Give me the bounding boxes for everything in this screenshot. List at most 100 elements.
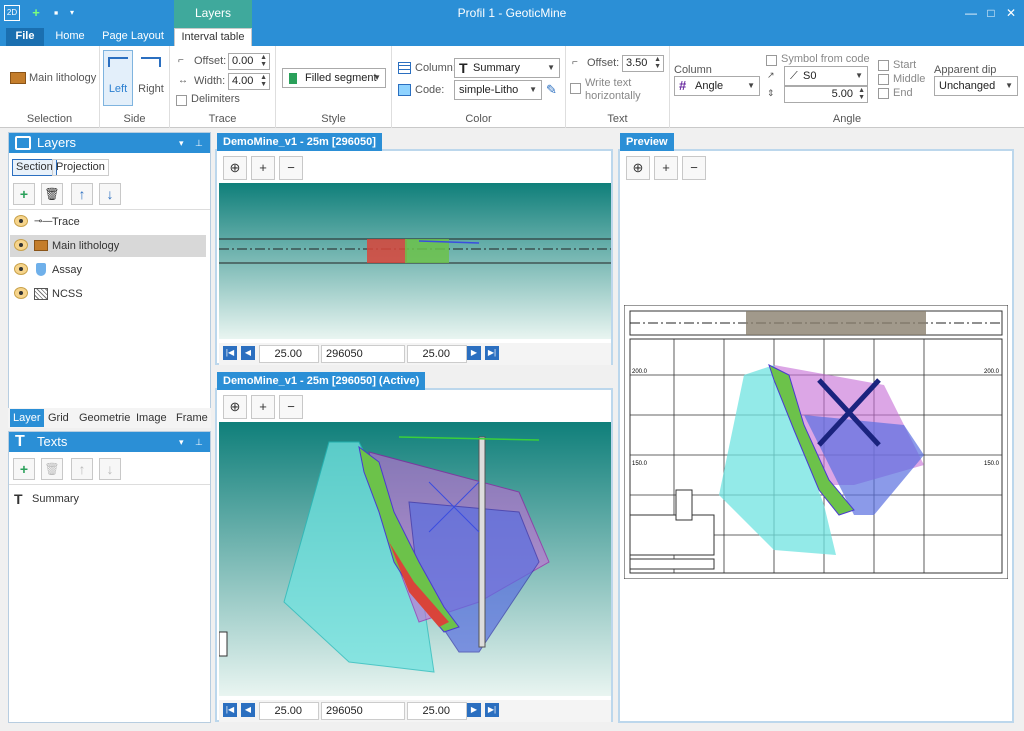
zoom-in-button[interactable]: + — [251, 156, 275, 180]
texts-panel-header: T Texts ▾ ⊥ — [9, 432, 210, 452]
apparent-dip-select[interactable]: Unchanged ▼ — [934, 76, 1018, 96]
visibility-eye-icon[interactable] — [14, 215, 28, 227]
delete-text-button[interactable]: 🗑 — [41, 458, 63, 480]
text-item-summary[interactable]: T Summary — [10, 488, 206, 510]
delete-layer-button[interactable]: 🗑 — [41, 183, 63, 205]
next-button[interactable]: ▶ — [467, 703, 481, 717]
layers-panel-header: Layers ▾ ⊥ — [9, 133, 210, 153]
text-move-up-button[interactable]: ↑ — [71, 458, 93, 480]
side-left-button[interactable]: Left — [103, 50, 133, 106]
trace-offset-input[interactable]: 0.00 ▲ ▼ — [228, 53, 270, 70]
maximize-button[interactable]: □ — [982, 5, 1000, 21]
zoom-extent-button[interactable]: ⊕ — [626, 156, 650, 180]
zoom-in-button[interactable]: + — [654, 156, 678, 180]
zoom-out-button[interactable]: − — [682, 156, 706, 180]
tab-page-layout[interactable]: Page Layout — [98, 28, 168, 46]
group-label: Side — [123, 113, 146, 125]
layer-item-trace[interactable]: ⊸— Trace — [10, 211, 206, 233]
zoom-extent-button[interactable]: ⊕ — [223, 156, 247, 180]
text-offset-input[interactable]: 3.50 ▲ ▼ — [622, 55, 664, 72]
color-code-select[interactable]: simple-Litho ▼ — [454, 80, 542, 100]
color-column-select[interactable]: T Summary ▼ — [454, 58, 560, 78]
new-icon[interactable]: + — [28, 5, 44, 21]
save-icon[interactable]: ▪ — [48, 5, 64, 21]
prev-button[interactable]: ◀ — [241, 703, 255, 717]
nav-section-select[interactable]: 296050 — [321, 345, 405, 363]
last-button[interactable]: ▶| — [485, 703, 499, 717]
quick-access-dropdown-icon[interactable]: ▾ — [64, 5, 80, 21]
size-icon: ⇕ — [767, 88, 775, 98]
tab-geometrie[interactable]: Geometrie — [79, 409, 130, 427]
zoom-extent-button[interactable]: ⊕ — [223, 395, 247, 419]
tab-frame[interactable]: Frame — [176, 409, 208, 427]
print-preview-page[interactable]: 200.0 150.0 200.0 150.0 — [624, 305, 1008, 579]
angle-column-select[interactable]: # Angle ▼ — [674, 76, 760, 96]
selection-item[interactable]: Main lithology — [29, 72, 96, 84]
delimiters-checkbox[interactable] — [176, 95, 187, 106]
middle-checkbox[interactable] — [878, 74, 889, 85]
panel-menu-icon[interactable]: ▾ — [179, 133, 184, 153]
side-right-button[interactable]: Right — [136, 50, 166, 106]
write-text-label: Write text — [585, 77, 632, 89]
nav-left-offset[interactable]: 25.00 — [259, 702, 319, 720]
pin-icon[interactable]: ⊥ — [195, 133, 203, 153]
zoom-in-button[interactable]: + — [251, 395, 275, 419]
section-canvas-bottom[interactable] — [219, 422, 611, 696]
pin-icon[interactable]: ⊥ — [195, 432, 203, 452]
tab-layer[interactable]: Layer — [10, 409, 44, 427]
text-move-down-button[interactable]: ↓ — [99, 458, 121, 480]
symbol-size-input[interactable]: 5.00 ▲ ▼ — [784, 86, 868, 103]
zoom-out-button[interactable]: − — [279, 156, 303, 180]
move-down-button[interactable]: ↓ — [99, 183, 121, 205]
tab-home[interactable]: Home — [48, 28, 92, 46]
start-label: Start — [893, 59, 917, 71]
close-button[interactable]: ✕ — [1002, 5, 1020, 21]
symbol-from-code-checkbox[interactable] — [766, 55, 777, 66]
tab-section[interactable]: Section — [12, 159, 57, 176]
nav-section-select[interactable]: 296050 — [321, 702, 405, 720]
visibility-eye-icon[interactable] — [14, 239, 28, 251]
tab-interval-table[interactable]: Interval table — [174, 28, 252, 46]
nav-left-offset[interactable]: 25.00 — [259, 345, 319, 363]
start-checkbox[interactable] — [878, 60, 889, 71]
zoom-out-button[interactable]: − — [279, 395, 303, 419]
layer-item-main-lithology[interactable]: Main lithology — [10, 235, 206, 257]
text-item-label: Summary — [32, 493, 80, 505]
visibility-eye-icon[interactable] — [14, 263, 28, 275]
group-label: Selection — [26, 113, 73, 125]
group-label: Text — [607, 113, 628, 125]
last-button[interactable]: ▶| — [485, 346, 499, 360]
symbol-select[interactable]: ⟋ S0 ▼ — [784, 66, 868, 86]
layer-item-assay[interactable]: Assay — [10, 259, 206, 281]
tab-file[interactable]: File — [6, 28, 44, 46]
add-text-button[interactable]: + — [13, 458, 35, 480]
edit-pencil-icon[interactable]: ✎ — [546, 82, 557, 98]
first-button[interactable]: |◀ — [223, 346, 237, 360]
minimize-button[interactable]: — — [962, 5, 980, 21]
tab-image[interactable]: Image — [136, 409, 167, 427]
end-checkbox[interactable] — [878, 88, 889, 99]
nav-right-offset[interactable]: 25.00 — [407, 345, 467, 363]
grid-label-right: 150.0 — [984, 461, 1000, 467]
add-layer-button[interactable]: + — [13, 183, 35, 205]
hash-icon: # — [679, 78, 687, 93]
tab-projection[interactable]: Projection — [52, 159, 109, 176]
next-button[interactable]: ▶ — [467, 346, 481, 360]
tab-grid[interactable]: Grid — [48, 409, 69, 427]
trace-icon: ⊸— — [34, 216, 53, 227]
visibility-eye-icon[interactable] — [14, 287, 28, 299]
write-text-checkbox[interactable] — [570, 83, 581, 94]
panel-menu-icon[interactable]: ▾ — [179, 432, 184, 452]
group-label: Angle — [832, 113, 862, 125]
legend-box — [629, 514, 715, 556]
nav-right-offset[interactable]: 25.00 — [407, 702, 467, 720]
layer-label: NCSS — [52, 288, 83, 300]
section-canvas-top[interactable] — [219, 183, 611, 339]
trace-width-input[interactable]: 4.00 ▲ ▼ — [228, 73, 270, 90]
move-up-button[interactable]: ↑ — [71, 183, 93, 205]
layers-panel-title: Layers — [37, 135, 77, 150]
layer-item-ncss[interactable]: NCSS — [10, 283, 206, 305]
style-select[interactable]: Filled segment ▼ — [282, 68, 386, 88]
prev-button[interactable]: ◀ — [241, 346, 255, 360]
first-button[interactable]: |◀ — [223, 703, 237, 717]
